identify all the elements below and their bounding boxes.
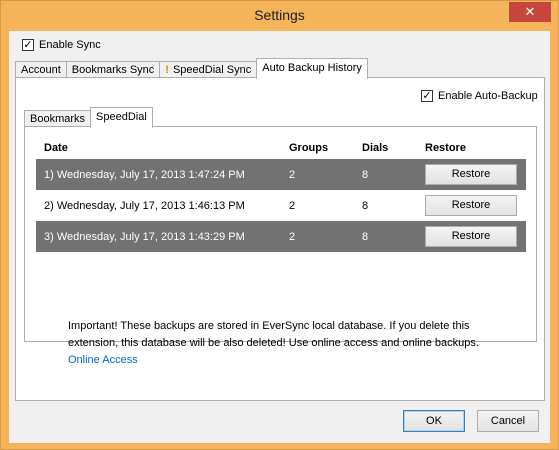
enable-sync-label: Enable Sync [39, 39, 101, 51]
row-date: 2) Wednesday, July 17, 2013 1:46:13 PM [44, 199, 245, 212]
row-groups: 2 [289, 230, 296, 243]
row-dials: 8 [362, 230, 369, 243]
table-header: Date Groups Dials Restore [36, 137, 526, 159]
sub-tabs: Bookmarks SpeedDial [24, 107, 153, 128]
enable-auto-backup-row[interactable]: ✓ Enable Auto-Backup [421, 90, 538, 102]
restore-button[interactable]: Restore [425, 195, 517, 216]
row-groups: 2 [289, 199, 296, 212]
window-title: Settings [254, 7, 305, 23]
table-row[interactable]: 2) Wednesday, July 17, 2013 1:46:13 PM 2… [36, 190, 526, 221]
tab-speeddial[interactable]: SpeedDial [90, 107, 153, 128]
online-access-link[interactable]: Online Access [68, 354, 138, 366]
settings-window: Settings ✕ ✓ Enable Sync Account Bookmar… [0, 0, 559, 450]
backup-notice: Important! These backups are stored in E… [68, 318, 498, 369]
header-dials: Dials [362, 142, 389, 154]
enable-sync-row[interactable]: ✓ Enable Sync [22, 39, 101, 51]
header-groups: Groups [289, 142, 329, 154]
enable-sync-checkbox[interactable]: ✓ [22, 39, 34, 51]
backup-table: Date Groups Dials Restore 1) Wednesday, … [36, 137, 526, 252]
tab-speeddial-sync-label: SpeedDial Sync [172, 64, 252, 76]
table-row[interactable]: 3) Wednesday, July 17, 2013 1:43:29 PM 2… [36, 221, 526, 252]
restore-button[interactable]: Restore [425, 226, 517, 247]
close-icon[interactable]: ✕ [509, 2, 551, 22]
main-tabs: Account Bookmarks Sync ! SpeedDial Sync A… [15, 58, 368, 79]
dialog-body: ✓ Enable Sync Account Bookmarks Sync ! Sp… [9, 31, 550, 443]
header-restore: Restore [425, 142, 466, 154]
ok-button[interactable]: OK [403, 410, 465, 432]
table-row[interactable]: 1) Wednesday, July 17, 2013 1:47:24 PM 2… [36, 159, 526, 190]
tab-auto-backup-history[interactable]: Auto Backup History [256, 58, 368, 79]
row-dials: 8 [362, 168, 369, 181]
exclamation-icon: ! [165, 64, 169, 76]
backup-list-panel: Date Groups Dials Restore 1) Wednesday, … [24, 126, 537, 342]
restore-button[interactable]: Restore [425, 164, 517, 185]
row-groups: 2 [289, 168, 296, 181]
row-dials: 8 [362, 199, 369, 212]
header-date: Date [44, 142, 68, 154]
enable-auto-backup-checkbox[interactable]: ✓ [421, 90, 433, 102]
enable-auto-backup-label: Enable Auto-Backup [438, 90, 538, 102]
row-date: 1) Wednesday, July 17, 2013 1:47:24 PM [44, 168, 245, 181]
notice-text: Important! These backups are stored in E… [68, 320, 479, 349]
row-date: 3) Wednesday, July 17, 2013 1:43:29 PM [44, 230, 245, 243]
cancel-button[interactable]: Cancel [477, 410, 539, 432]
